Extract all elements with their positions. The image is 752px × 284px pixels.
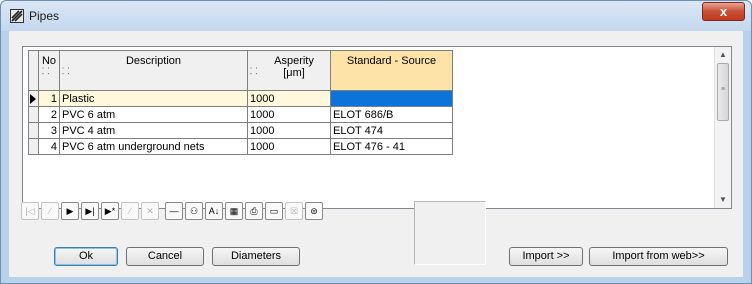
find-binoculars-button[interactable]: ⚇: [185, 202, 203, 220]
cell-no[interactable]: 3: [38, 122, 60, 139]
column-header-asperity-unit: [μm]: [283, 67, 305, 79]
export-excel-button[interactable]: ☒: [285, 202, 303, 220]
column-header-asperity[interactable]: ⸬ Asperity [μm]: [247, 50, 331, 91]
cell-no[interactable]: 4: [38, 138, 60, 155]
pin-icon: ⸬: [62, 66, 70, 76]
column-header-standard-label: Standard - Source: [346, 55, 437, 67]
last-record-icon: ▶|: [85, 206, 95, 216]
row-indicator[interactable]: [28, 90, 39, 107]
table-row[interactable]: 1 Plastic 1000: [28, 90, 453, 107]
next-record-icon: ▶: [66, 206, 74, 216]
vertical-scrollbar[interactable]: ▲ ≡ ▼: [714, 47, 731, 208]
insert-record-button[interactable]: ▶*: [101, 202, 119, 220]
table-row[interactable]: 2 PVC 6 atm 1000 ELOT 686/B: [28, 106, 453, 123]
pipes-table: No ⸬ ⸬ Description ⸬ Asperity [μm] Stand…: [28, 50, 453, 155]
units-settings-icon: ⊜: [310, 206, 318, 216]
cell-standard-source[interactable]: ELOT 474: [330, 122, 453, 139]
column-header-description-label: Description: [125, 55, 182, 67]
delete-record-icon: —: [169, 206, 179, 216]
db-navigator: |◁ ∕ ▶ ▶| ▶* ∕ ✕ — ⚇ A↓ ▦ ⎙ ▭ ☒ ⊜: [21, 202, 323, 222]
open-folder-button[interactable]: ▭: [265, 202, 283, 220]
print-button[interactable]: ⎙: [245, 202, 263, 220]
preview-panel: [414, 201, 486, 265]
prior-record-button[interactable]: ∕: [41, 202, 59, 220]
cell-description[interactable]: PVC 6 atm: [59, 106, 248, 123]
current-row-arrow-icon: [30, 94, 36, 104]
table-row[interactable]: 3 PVC 4 atm 1000 ELOT 474: [28, 122, 453, 139]
table-edit-icon: ▦: [229, 206, 239, 216]
column-header-asperity-label: Asperity: [274, 55, 314, 67]
cell-asperity[interactable]: 1000: [247, 122, 331, 139]
sort-az-icon: A↓: [208, 206, 220, 216]
scroll-thumb[interactable]: ≡: [717, 63, 729, 121]
header-row: No ⸬ ⸬ Description ⸬ Asperity [μm] Stand…: [28, 50, 453, 91]
cell-no[interactable]: 1: [38, 90, 60, 107]
close-icon: x: [719, 4, 728, 19]
cell-description[interactable]: Plastic: [59, 90, 248, 107]
edit-record-button[interactable]: ∕: [121, 202, 139, 220]
row-indicator[interactable]: [28, 138, 39, 155]
cell-standard-source[interactable]: ELOT 476 - 41: [330, 138, 453, 155]
app-icon: [10, 9, 24, 23]
print-icon: ⎙: [250, 206, 258, 216]
cell-description[interactable]: PVC 6 atm underground nets: [59, 138, 248, 155]
dialog-client-area: No ⸬ ⸬ Description ⸬ Asperity [μm] Stand…: [9, 31, 743, 277]
cell-standard-source[interactable]: ELOT 686/B: [330, 106, 453, 123]
cell-no[interactable]: 2: [38, 106, 60, 123]
window-title: Pipes: [29, 9, 60, 23]
cancel-edit-button[interactable]: ✕: [141, 202, 159, 220]
open-folder-icon: ▭: [269, 206, 279, 216]
cancel-edit-icon: ✕: [146, 206, 154, 216]
cell-description[interactable]: PVC 4 atm: [59, 122, 248, 139]
find-binoculars-icon: ⚇: [189, 206, 199, 216]
title-bar[interactable]: Pipes x: [1, 1, 751, 31]
prior-record-icon: ∕: [49, 206, 51, 216]
pin-icon: ⸬: [250, 66, 258, 76]
sort-az-button[interactable]: A↓: [205, 202, 223, 220]
first-record-icon: |◁: [25, 206, 35, 216]
delete-record-button[interactable]: —: [165, 202, 183, 220]
scroll-up-arrow-icon[interactable]: ▲: [715, 47, 731, 63]
import-from-web-button[interactable]: Import from web>>: [589, 247, 728, 266]
row-indicator[interactable]: [28, 106, 39, 123]
scroll-down-arrow-icon[interactable]: ▼: [715, 192, 731, 208]
insert-record-icon: ▶*: [104, 206, 116, 216]
row-indicator[interactable]: [28, 122, 39, 139]
import-button[interactable]: Import >>: [509, 247, 583, 266]
close-button[interactable]: x: [702, 2, 745, 21]
cell-asperity[interactable]: 1000: [247, 90, 331, 107]
cell-asperity[interactable]: 1000: [247, 138, 331, 155]
units-settings-button[interactable]: ⊜: [305, 202, 323, 220]
table-edit-button[interactable]: ▦: [225, 202, 243, 220]
ok-button[interactable]: Ok: [54, 247, 118, 266]
cancel-button[interactable]: Cancel: [126, 247, 204, 266]
pipes-window: Pipes x No ⸬ ⸬ Description ⸬ Asperity [μ…: [0, 0, 752, 284]
pipes-grid[interactable]: No ⸬ ⸬ Description ⸬ Asperity [μm] Stand…: [22, 46, 732, 209]
diameters-button[interactable]: Diameters: [212, 247, 300, 266]
edit-record-icon: ∕: [129, 206, 131, 216]
column-header-no[interactable]: No ⸬: [38, 50, 60, 91]
export-excel-icon: ☒: [289, 206, 299, 216]
column-header-standard-source[interactable]: Standard - Source: [330, 50, 453, 91]
grip-icon: ≡: [721, 86, 726, 93]
last-record-button[interactable]: ▶|: [81, 202, 99, 220]
cell-standard-source-active[interactable]: [330, 90, 453, 107]
cell-asperity[interactable]: 1000: [247, 106, 331, 123]
column-header-description[interactable]: ⸬ Description: [59, 50, 248, 91]
table-row[interactable]: 4 PVC 6 atm underground nets 1000 ELOT 4…: [28, 138, 453, 155]
pin-icon: ⸬: [42, 66, 50, 76]
next-record-button[interactable]: ▶: [61, 202, 79, 220]
row-indicator-header: [28, 50, 39, 91]
first-record-button[interactable]: |◁: [21, 202, 39, 220]
